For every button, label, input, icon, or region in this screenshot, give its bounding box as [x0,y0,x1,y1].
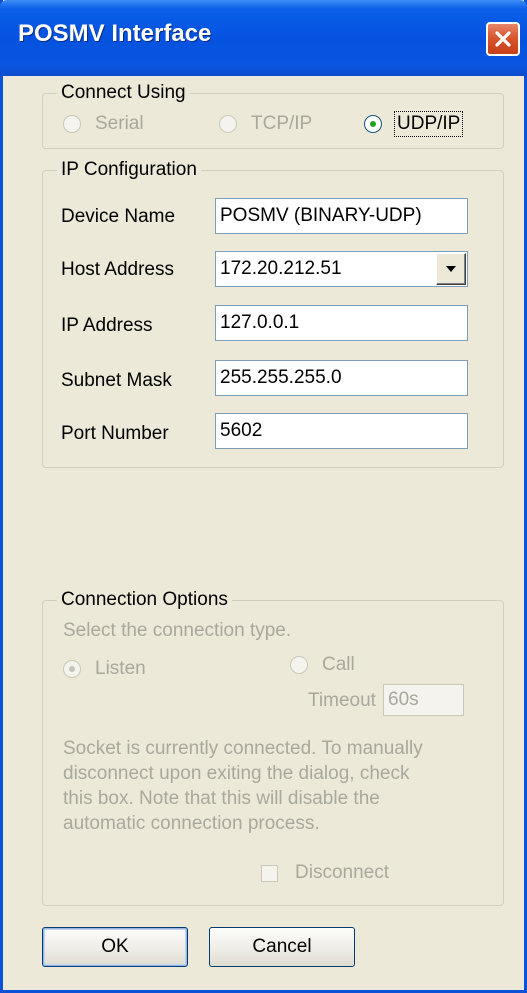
radio-udpip-label: UDP/IP [393,111,464,137]
disconnect-checkbox [261,865,278,882]
radio-serial: Serial [63,113,144,135]
subnet-mask-field[interactable]: 255.255.255.0 [215,360,468,396]
radio-serial-label: Serial [95,113,144,134]
connect-using-legend: Connect Using [57,82,190,104]
host-address-combobox[interactable]: 172.20.212.51 [215,251,468,287]
note-line: Socket is currently connected. To manual… [63,738,423,759]
host-address-dropdown-button[interactable] [436,253,466,285]
window-title: POSMV Interface [18,20,212,47]
port-number-label: Port Number [61,423,169,444]
device-name-field[interactable]: POSMV (BINARY-UDP) [215,198,468,234]
radio-selected-icon [63,660,81,678]
connection-options-legend: Connection Options [57,589,232,611]
radio-udpip[interactable]: UDP/IP [364,111,464,137]
timeout-field: 60s [383,684,464,716]
ip-address-label: IP Address [61,315,153,336]
radio-tcpip: TCP/IP [219,113,312,135]
radio-tcpip-label: TCP/IP [251,113,313,134]
ok-button[interactable]: OK [42,927,188,967]
close-button[interactable] [486,22,520,56]
radio-call: Call [290,654,355,676]
close-icon [495,31,511,47]
radio-circle-icon [63,115,81,133]
posmv-dialog: POSMV Interface Connect Using Serial TCP… [0,0,527,993]
note-line: disconnect upon exiting the dialog, chec… [63,763,410,784]
radio-circle-icon [290,656,308,674]
radio-listen-label: Listen [95,658,146,679]
ip-configuration-legend: IP Configuration [57,159,201,181]
note-line: this box. Note that this will disable th… [63,788,380,809]
chevron-down-icon [446,266,456,272]
radio-listen: Listen [63,658,146,680]
radio-call-label: Call [322,654,355,675]
host-address-label: Host Address [61,259,174,280]
radio-selected-icon [364,115,382,133]
device-name-label: Device Name [61,206,176,227]
radio-circle-icon [219,115,237,133]
subnet-mask-label: Subnet Mask [61,370,172,391]
title-bar[interactable]: POSMV Interface [0,0,527,76]
ip-address-field[interactable]: 127.0.0.1 [215,305,468,341]
cancel-button[interactable]: Cancel [209,927,355,967]
timeout-label: Timeout [308,690,376,711]
port-number-field[interactable]: 5602 [215,413,468,449]
connection-type-hint: Select the connection type. [63,620,292,641]
note-line: automatic connection process. [63,813,320,834]
host-address-value: 172.20.212.51 [220,258,342,279]
disconnect-note: Socket is currently connected. To manual… [63,736,493,836]
disconnect-label: Disconnect [295,862,389,883]
